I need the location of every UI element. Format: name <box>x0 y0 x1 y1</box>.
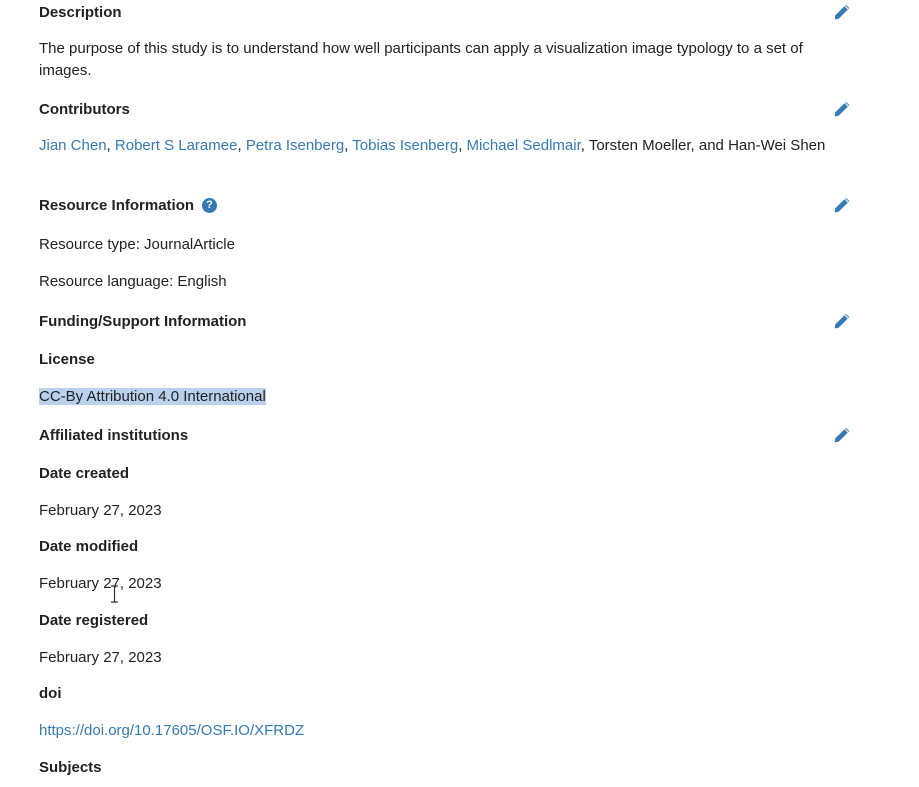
affiliated-label: Affiliated institutions <box>39 427 189 444</box>
doi-label: doi <box>39 685 62 702</box>
contributor-separator: , <box>106 137 115 154</box>
license-value[interactable]: CC-By Attribution 4.0 International <box>39 388 266 405</box>
contributors-label: Contributors <box>39 101 130 118</box>
funding-label: Funding/Support Information <box>39 313 247 330</box>
license-section: License <box>39 349 851 371</box>
date-registered-section: Date registered <box>39 610 851 632</box>
doi-value-row: https://doi.org/10.17605/OSF.IO/XFRDZ <box>39 720 851 742</box>
edit-affiliated-pencil-icon[interactable] <box>833 426 851 444</box>
doi-link[interactable]: https://doi.org/10.17605/OSF.IO/XFRDZ <box>39 722 304 739</box>
question-circle-icon[interactable]: ? <box>202 197 218 213</box>
resource-info-section: Resource Information? <box>39 195 851 217</box>
contributor-link-tobias-isenberg[interactable]: Tobias Isenberg <box>352 137 458 154</box>
text-cursor-icon <box>111 585 118 603</box>
contributors-section: Contributors <box>39 99 851 121</box>
doi-section: doi <box>39 683 851 705</box>
contributor-link-michael-sedlmair[interactable]: Michael Sedlmair <box>467 137 581 154</box>
resource-type-text: Resource type: JournalArticle <box>39 236 235 253</box>
contributor-link-robert-laramee[interactable]: Robert S Laramee <box>115 137 238 154</box>
edit-contributors-pencil-icon[interactable] <box>833 100 851 118</box>
date-created-label: Date created <box>39 465 130 482</box>
description-label: Description <box>39 4 122 21</box>
contributor-separator: , <box>458 137 467 154</box>
edit-resource-pencil-icon[interactable] <box>833 196 851 214</box>
subjects-section: Subjects <box>39 757 851 779</box>
contributor-link-petra-isenberg[interactable]: Petra Isenberg <box>246 137 344 154</box>
project-metadata-panel: Description The purpose of this study is… <box>0 0 919 787</box>
edit-description-pencil-icon[interactable] <box>833 3 851 21</box>
date-created-value: February 27, 2023 <box>39 502 162 519</box>
funding-section: Funding/Support Information <box>39 311 851 333</box>
resource-language-text: Resource language: English <box>39 273 227 290</box>
description-text: The purpose of this study is to understa… <box>39 40 803 79</box>
date-registered-value: February 27, 2023 <box>39 649 162 666</box>
date-modified-value: February 27, 2023 <box>39 575 162 592</box>
subjects-label: Subjects <box>39 759 102 776</box>
contributors-plain-tail: , Torsten Moeller, and Han-Wei Shen <box>580 137 826 154</box>
date-modified-label: Date modified <box>39 538 139 555</box>
description-section: Description <box>39 2 851 24</box>
date-modified-section: Date modified <box>39 536 851 558</box>
edit-funding-pencil-icon[interactable] <box>833 312 851 330</box>
date-created-section: Date created <box>39 463 851 485</box>
license-label: License <box>39 351 95 368</box>
resource-info-label: Resource Information <box>39 197 195 214</box>
affiliated-section: Affiliated institutions <box>39 425 851 447</box>
contributor-link-jian-chen[interactable]: Jian Chen <box>39 137 107 154</box>
license-value-row: CC-By Attribution 4.0 International <box>39 386 851 408</box>
date-registered-label: Date registered <box>39 612 149 629</box>
contributors-list: Jian Chen, Robert S Laramee, Petra Isenb… <box>39 135 851 157</box>
contributor-separator: , <box>237 137 246 154</box>
